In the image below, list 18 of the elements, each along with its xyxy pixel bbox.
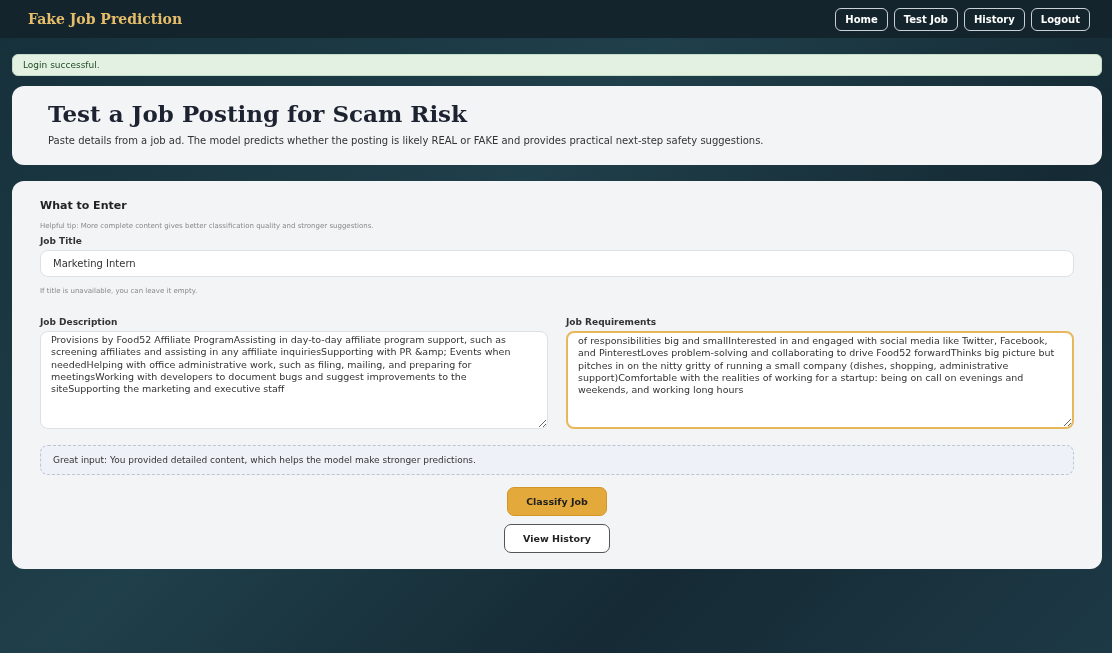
- nav-link[interactable]: History: [963, 7, 1025, 31]
- job-title-field[interactable]: Marketing Intern: [40, 250, 1074, 277]
- field-label: Job Description: [40, 317, 119, 327]
- history-button[interactable]: View History: [504, 524, 610, 553]
- nav-link[interactable]: Test Job: [893, 7, 958, 31]
- page-description: Paste details from a job ad. The model predicts whether the posting is likely REAL or FAKE and provides practical next-step safety suggestions.: [48, 134, 765, 148]
- classify-button[interactable]: Classify Job: [507, 487, 607, 516]
- field-label: Job Requirements: [566, 317, 658, 327]
- nav-link[interactable]: Logout: [1030, 7, 1090, 31]
- page-title: Test a Job Posting for Scam Risk: [48, 100, 469, 127]
- brand-title: Fake Job Prediction: [28, 11, 183, 27]
- field-label: Job Title: [40, 236, 83, 246]
- description-field[interactable]: Provisions by Food52 Affiliate ProgramAssisting in day-to-day affiliate program support, such as screening affiliates and assisting in any affiliate inquiriesSupporting with PR &amp; Events when neededHelping with office administrative work, such as filing, mailing, and preparing for meetingsWorking with developers to document bugs and suggest improvements to the siteSupporting the marketing and executive staff: [40, 331, 548, 429]
- section-heading: What to Enter: [40, 199, 128, 212]
- nav-link[interactable]: Home: [835, 7, 888, 31]
- success-alert: Login successful.: [12, 54, 1102, 76]
- requirements-field[interactable]: of responsibilities big and smallInterested in and engaged with social media like Twitter, Facebook, and PinterestLoves problem-solving and collaborating to drive Food52 forwardThinks big picture but pitches in on the nitty gritty of running a small company (dishes, shopping, administrative support)Comfortable with the realities of working for a startup: being on call on evenings and weekends, and working long hours: [566, 331, 1074, 429]
- feedback-message: Great input: You provided detailed content, which helps the model make stronger predictions.: [40, 445, 1074, 475]
